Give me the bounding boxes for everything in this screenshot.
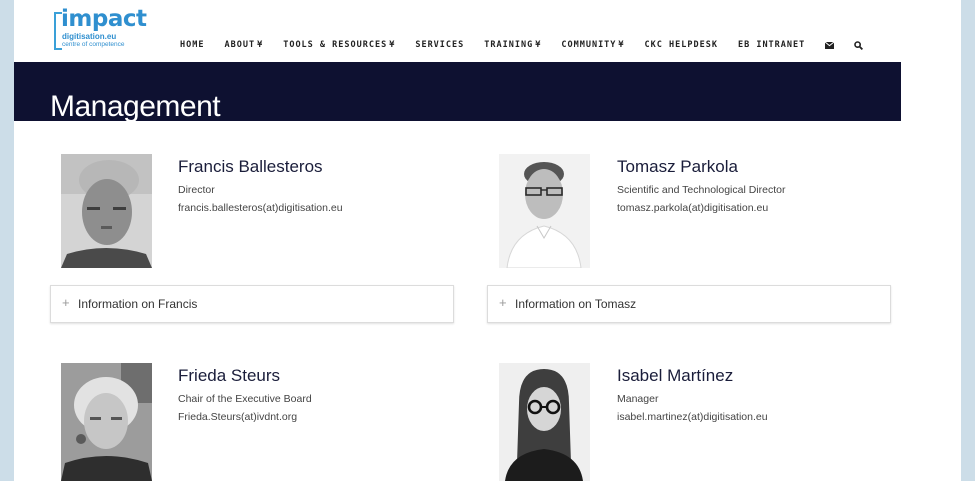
person-role: Scientific and Technological Director bbox=[617, 184, 786, 196]
person-photo-frieda bbox=[61, 363, 152, 481]
person-photo-isabel bbox=[499, 363, 590, 481]
person-role: Manager bbox=[617, 393, 659, 405]
nav-training[interactable]: TRAINING ¥ bbox=[484, 40, 541, 50]
logo-domain: digitisation.eu bbox=[62, 32, 117, 41]
person-name: Isabel Martínez bbox=[617, 366, 734, 385]
person-email[interactable]: Frieda.Steurs(at)ivdnt.org bbox=[178, 411, 297, 423]
page-title-band: Management bbox=[14, 62, 901, 124]
person-email[interactable]: francis.ballesteros(at)digitisation.eu bbox=[178, 202, 343, 214]
nav-tools-resources[interactable]: TOOLS & RESOURCES ¥ bbox=[283, 40, 395, 50]
search-icon[interactable] bbox=[854, 40, 864, 50]
accordion-label: Information on Tomasz bbox=[515, 297, 637, 311]
main-nav: HOME ABOUT ¥ TOOLS & RESOURCES ¥ SERVICES … bbox=[180, 39, 883, 51]
logo-tagline: centre of competence bbox=[62, 41, 125, 48]
person-photo-francis bbox=[61, 154, 152, 268]
plus-icon: + bbox=[499, 295, 507, 310]
person-role: Director bbox=[178, 184, 215, 196]
person-name: Francis Ballesteros bbox=[178, 157, 323, 176]
accordion-label: Information on Francis bbox=[78, 297, 198, 311]
chevron-down-icon: ¥ bbox=[389, 40, 396, 50]
chevron-down-icon: ¥ bbox=[618, 40, 625, 50]
person-name: Frieda Steurs bbox=[178, 366, 281, 385]
person-role: Chair of the Executive Board bbox=[178, 393, 312, 405]
nav-services[interactable]: SERVICES bbox=[415, 40, 464, 50]
person-email[interactable]: isabel.martinez(at)digitisation.eu bbox=[617, 411, 768, 423]
plus-icon: + bbox=[62, 295, 70, 310]
person-email[interactable]: tomasz.parkola(at)digitisation.eu bbox=[617, 202, 768, 214]
chevron-down-icon: ¥ bbox=[257, 40, 264, 50]
accordion-info-tomasz[interactable]: + Information on Tomasz bbox=[487, 285, 891, 323]
nav-about[interactable]: ABOUT ¥ bbox=[224, 40, 263, 50]
site-header: impact digitisation.eu centre of compete… bbox=[14, 0, 961, 62]
nav-ckc-helpdesk[interactable]: CKC HELPDESK bbox=[645, 40, 718, 50]
nav-eb-intranet[interactable]: EB INTRANET bbox=[738, 40, 805, 50]
accordion-info-francis[interactable]: + Information on Francis bbox=[50, 285, 454, 323]
person-name: Tomasz Parkola bbox=[617, 157, 738, 176]
person-photo-tomasz bbox=[499, 154, 590, 268]
page-title: Management bbox=[50, 90, 221, 124]
nav-community[interactable]: COMMUNITY ¥ bbox=[561, 40, 624, 50]
page: impact digitisation.eu centre of compete… bbox=[14, 0, 961, 481]
nav-home[interactable]: HOME bbox=[180, 40, 204, 50]
envelope-icon[interactable] bbox=[825, 41, 835, 49]
chevron-down-icon: ¥ bbox=[535, 40, 542, 50]
logo-wordmark: impact bbox=[61, 6, 147, 32]
